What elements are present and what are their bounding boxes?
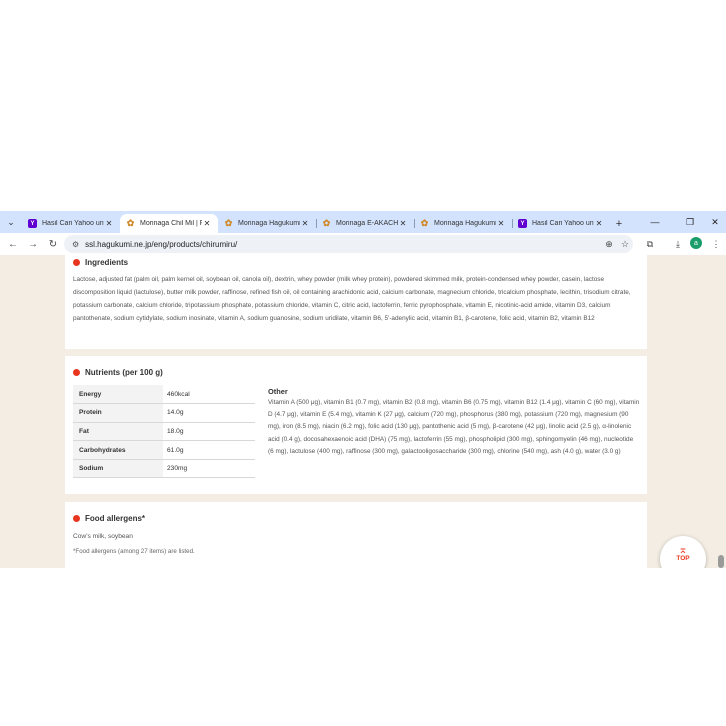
nutrient-label: Fat: [73, 422, 163, 442]
close-tab-icon[interactable]: ✕: [202, 219, 212, 228]
address-bar[interactable]: ⚙ ssl.hagukumi.ne.jp/eng/products/chirum…: [64, 235, 633, 253]
tab-title: Morinaga Chil Mil | F: [140, 220, 202, 227]
back-to-top-button[interactable]: ⌅ TOP: [660, 536, 706, 568]
morinaga-favicon-icon: ✿: [420, 218, 429, 228]
red-dot-icon: [73, 369, 80, 376]
tab-search-icon[interactable]: ⌄: [0, 211, 22, 233]
reload-icon[interactable]: ↻: [43, 234, 63, 254]
scrollbar-thumb[interactable]: [718, 555, 724, 568]
close-window-icon[interactable]: ✕: [703, 211, 726, 233]
browser-toolbar: ← → ↻ ⚙ ssl.hagukumi.ne.jp/eng/products/…: [0, 233, 726, 255]
nutrient-label: Sodium: [73, 459, 163, 479]
double-chevron-up-icon: ⌅: [678, 544, 688, 556]
nutrients-heading: Nutrients (per 100 g): [73, 368, 639, 377]
morinaga-favicon-icon: ✿: [126, 218, 135, 228]
table-row: Energy 460kcal: [73, 385, 255, 405]
nutrients-title: Nutrients (per 100 g): [85, 368, 163, 377]
other-nutrients: Other Vitamin A (500 μg), vitamin B1 (0.…: [268, 387, 640, 458]
extensions-puzzle-icon[interactable]: ⧉: [641, 233, 659, 255]
nutrient-value: 460kcal: [163, 385, 255, 405]
allergens-text: Cow's milk, soybean: [73, 533, 133, 540]
yahoo-favicon-icon: Y: [28, 219, 37, 228]
tab-3[interactable]: ✿ Morinaga Hagukumi ✕: [218, 214, 316, 233]
ingredients-title: Ingredients: [85, 258, 129, 267]
allergens-title: Food allergens*: [85, 514, 146, 523]
top-label: TOP: [676, 555, 690, 562]
nutrients-card: Nutrients (per 100 g) Energy 460kcal Prot…: [65, 356, 647, 494]
ingredients-text: Lactose, adjusted fat (palm oil, palm ke…: [73, 276, 631, 322]
minimize-icon[interactable]: —: [643, 211, 667, 233]
morinaga-favicon-icon: ✿: [322, 218, 331, 228]
yahoo-favicon-icon: Y: [518, 219, 527, 228]
allergens-card: Food allergens* Cow's milk, soybean *Foo…: [65, 502, 647, 568]
allergens-note: *Food allergens (among 27 items) are lis…: [73, 548, 195, 555]
tab-title: Hasil Cari Yahoo untuk: [532, 220, 594, 227]
table-row: Carbohydrates 61.0g: [73, 440, 255, 460]
bookmark-star-icon[interactable]: ☆: [617, 239, 633, 250]
tab-title: Hasil Cari Yahoo untuk: [42, 220, 104, 227]
kebab-menu-icon[interactable]: ⋮: [707, 233, 725, 255]
forward-arrow-icon[interactable]: →: [23, 234, 43, 254]
zoom-icon[interactable]: ⊕: [601, 239, 617, 250]
table-row: Protein 14.0g: [73, 403, 255, 423]
nutrient-label: Energy: [73, 385, 163, 405]
tab-6[interactable]: Y Hasil Cari Yahoo untuk ✕: [512, 214, 610, 233]
back-arrow-icon[interactable]: ←: [3, 234, 23, 254]
tab-5[interactable]: ✿ Morinaga Hagukumi ✕: [414, 214, 512, 233]
other-text: Vitamin A (500 μg), vitamin B1 (0.7 mg),…: [268, 399, 640, 455]
page-content: Ingredients Lactose, adjusted fat (palm …: [0, 255, 726, 568]
nutrients-table: Energy 460kcal Protein 14.0g Fat 18.0g Carb…: [73, 385, 255, 479]
nutrient-label: Carbohydrates: [73, 440, 163, 460]
tab-4[interactable]: ✿ Morinaga E-AKACHA ✕: [316, 214, 414, 233]
close-tab-icon[interactable]: ✕: [398, 219, 408, 228]
morinaga-favicon-icon: ✿: [224, 218, 233, 228]
nutrient-value: 18.0g: [163, 422, 255, 442]
nutrient-value: 230mg: [163, 459, 255, 479]
restore-icon[interactable]: ❐: [678, 211, 702, 233]
red-dot-icon: [73, 515, 80, 522]
site-settings-icon[interactable]: ⚙: [72, 240, 79, 249]
tab-title: Morinaga Hagukumi: [238, 220, 300, 227]
browser-window: ⌄ Y Hasil Cari Yahoo untuk ✕ ✿ Morinaga …: [0, 211, 726, 568]
tab-title: Morinaga Hagukumi: [434, 220, 496, 227]
tab-title: Morinaga E-AKACHA: [336, 220, 398, 227]
red-dot-icon: [73, 259, 80, 266]
close-tab-icon[interactable]: ✕: [496, 219, 506, 228]
table-row: Fat 18.0g: [73, 422, 255, 442]
ingredients-card: Ingredients Lactose, adjusted fat (palm …: [65, 255, 647, 349]
nutrient-value: 14.0g: [163, 403, 255, 423]
tab-2[interactable]: ✿ Morinaga Chil Mil | F ✕: [120, 214, 218, 233]
nutrient-label: Protein: [73, 403, 163, 423]
tab-1[interactable]: Y Hasil Cari Yahoo untuk ✕: [22, 214, 120, 233]
close-tab-icon[interactable]: ✕: [104, 219, 114, 228]
nutrient-value: 61.0g: [163, 440, 255, 460]
address-url[interactable]: ssl.hagukumi.ne.jp/eng/products/chirumir…: [85, 240, 601, 249]
profile-avatar[interactable]: a: [690, 237, 702, 249]
close-tab-icon[interactable]: ✕: [594, 219, 604, 228]
allergens-heading: Food allergens*: [73, 514, 639, 523]
close-tab-icon[interactable]: ✕: [300, 219, 310, 228]
table-row: Sodium 230mg: [73, 459, 255, 479]
new-tab-plus-icon[interactable]: +: [610, 214, 628, 233]
tab-strip: ⌄ Y Hasil Cari Yahoo untuk ✕ ✿ Morinaga …: [0, 211, 726, 233]
download-icon[interactable]: ⤓: [669, 233, 687, 255]
ingredients-heading: Ingredients: [73, 258, 639, 267]
other-heading: Other: [268, 387, 288, 396]
